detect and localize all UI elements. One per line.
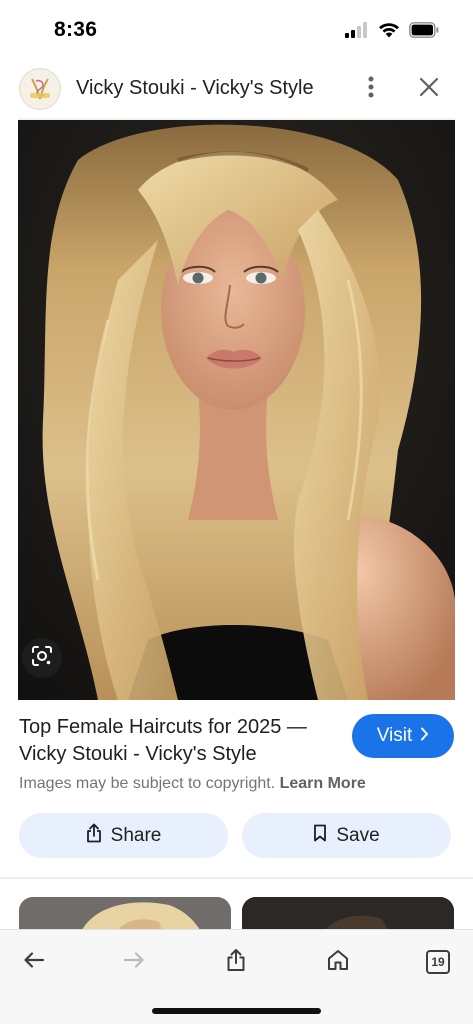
home-indicator[interactable] bbox=[152, 1008, 321, 1014]
google-lens-button[interactable] bbox=[22, 638, 62, 678]
back-button[interactable] bbox=[14, 942, 54, 982]
visit-button[interactable]: Visit bbox=[352, 714, 454, 758]
share-button[interactable]: Share bbox=[19, 813, 228, 858]
visit-label: Visit bbox=[376, 725, 413, 746]
copyright-text: Images may be subject to copyright. bbox=[19, 775, 276, 792]
share-icon bbox=[226, 948, 246, 977]
close-icon bbox=[419, 77, 439, 102]
tab-count-badge: 19 bbox=[426, 950, 450, 974]
google-lens-icon bbox=[31, 645, 53, 672]
section-divider bbox=[0, 877, 473, 879]
cellular-signal-icon bbox=[345, 22, 369, 43]
back-arrow-icon bbox=[23, 951, 45, 974]
viewer-header: Vicky Stouki - Vicky's Style bbox=[0, 60, 473, 118]
main-image[interactable] bbox=[18, 120, 455, 700]
battery-icon bbox=[409, 22, 439, 43]
save-button[interactable]: Save bbox=[242, 813, 451, 858]
status-icons bbox=[345, 22, 439, 43]
tabs-button[interactable]: 19 bbox=[418, 942, 458, 982]
wifi-icon bbox=[378, 22, 400, 43]
learn-more-link[interactable]: Learn More bbox=[280, 775, 366, 792]
more-vert-icon bbox=[368, 76, 374, 103]
copyright-notice: Images may be subject to copyright. Lear… bbox=[19, 775, 366, 793]
result-title[interactable]: Top Female Haircuts for 2025 — Vicky Sto… bbox=[19, 714, 339, 768]
bookmark-icon bbox=[313, 824, 327, 848]
site-favicon[interactable] bbox=[19, 68, 61, 110]
status-time: 8:36 bbox=[54, 18, 98, 41]
share-label: Share bbox=[110, 824, 162, 846]
forward-arrow-icon bbox=[123, 951, 145, 974]
image-frame bbox=[18, 118, 455, 700]
site-title[interactable]: Vicky Stouki - Vicky's Style bbox=[76, 77, 314, 100]
save-label: Save bbox=[336, 824, 380, 846]
share-icon bbox=[86, 823, 102, 849]
more-options-button[interactable] bbox=[356, 74, 386, 104]
close-button[interactable] bbox=[414, 74, 444, 104]
toolbar-share-button[interactable] bbox=[216, 942, 256, 982]
status-bar: 8:36 bbox=[0, 0, 473, 60]
chevron-right-icon bbox=[420, 725, 429, 747]
forward-button[interactable] bbox=[114, 942, 154, 982]
home-button[interactable] bbox=[318, 942, 358, 982]
home-icon bbox=[326, 948, 350, 977]
